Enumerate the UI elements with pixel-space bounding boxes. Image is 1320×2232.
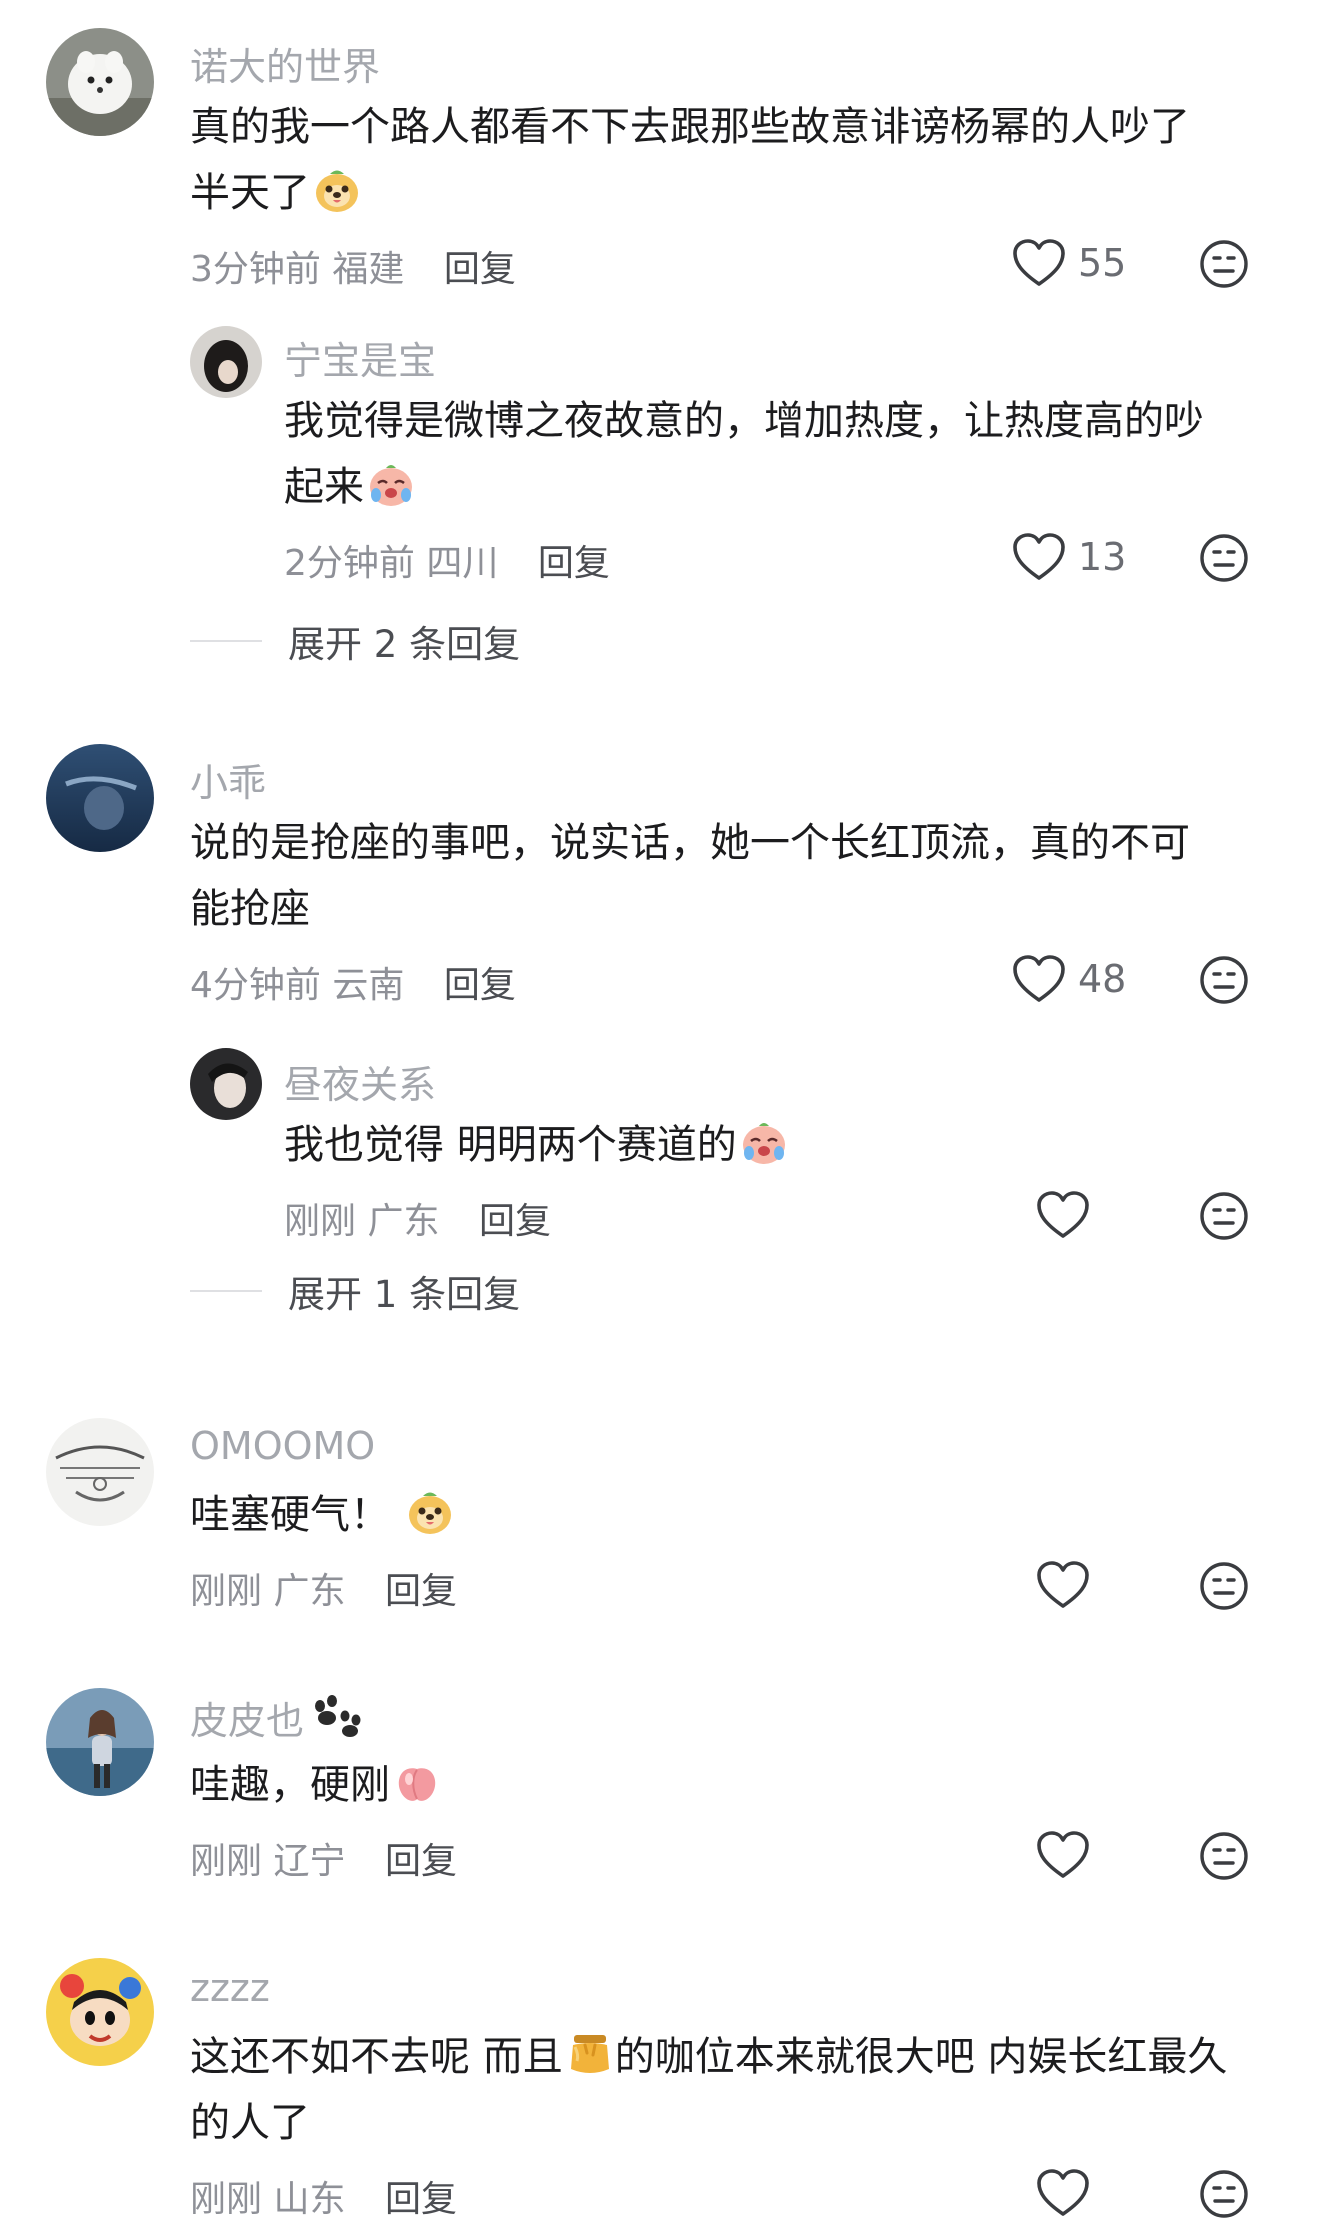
location: 广东 (367, 1201, 440, 1242)
comment-text: 说的是抢座的事吧，说实话，她一个长红顶流，真的不可 能抢座 (190, 810, 1190, 942)
divider (190, 640, 262, 642)
comment-text: 这还不如不去呢 而且 的咖位本来就很大吧 内娱长红最久 的人了 (190, 2024, 1227, 2156)
like-count: 48 (1078, 957, 1127, 1001)
paw-icon (310, 1694, 364, 1740)
comment-meta: 刚刚 山东 回复 (190, 2170, 457, 2222)
heart-icon (1036, 1830, 1090, 1880)
dislike-icon[interactable] (1198, 1190, 1250, 1242)
avatar[interactable] (46, 1418, 154, 1526)
dislike-icon[interactable] (1198, 1560, 1250, 1612)
location: 福建 (332, 249, 405, 290)
timestamp: 刚刚 (190, 2179, 263, 2220)
heart-icon (1036, 1190, 1090, 1240)
location: 山东 (273, 2179, 346, 2220)
dislike-icon[interactable] (1198, 238, 1250, 290)
crying-face-icon (739, 1117, 789, 1167)
dislike-icon[interactable] (1198, 1830, 1250, 1882)
doge-face-icon (405, 1487, 455, 1537)
timestamp: 3分钟前 (190, 249, 321, 290)
timestamp: 刚刚 (190, 1841, 263, 1882)
avatar[interactable] (46, 1958, 154, 2066)
heart-icon (1012, 532, 1066, 582)
comment-text: 哇塞硬气！ (190, 1482, 455, 1548)
reply-meta: 刚刚 广东 回复 (284, 1192, 551, 1244)
comment-text-line: 能抢座 (190, 886, 310, 932)
dislike-icon[interactable] (1198, 532, 1250, 584)
avatar[interactable] (190, 1048, 262, 1120)
reply-meta: 2分钟前 四川 回复 (284, 534, 610, 586)
reply-text: 我觉得是微博之夜故意的，增加热度，让热度高的吵 起来 (284, 388, 1204, 520)
comment-text-line: 这还不如不去呢 而且 的咖位本来就很大吧 内娱长红最久 (190, 2024, 1227, 2090)
username[interactable]: OMOOMO (190, 1424, 375, 1468)
avatar[interactable] (46, 744, 154, 852)
timestamp: 刚刚 (190, 1571, 263, 1612)
username[interactable]: 小乖 (190, 752, 266, 807)
timestamp: 2分钟前 (284, 543, 415, 584)
comment-meta: 3分钟前 福建 回复 (190, 240, 516, 292)
like-count: 55 (1078, 241, 1127, 285)
expand-replies-label: 展开 1 条回复 (288, 1273, 521, 1316)
heart-icon (1036, 1560, 1090, 1610)
heart-icon (1012, 954, 1066, 1004)
comment-text-line: 的人了 (190, 2100, 310, 2146)
expand-replies-button[interactable]: 展开 2 条回复 (190, 614, 520, 668)
reply-text-line: 我也觉得 明明两个赛道的 (284, 1112, 789, 1178)
crying-face-icon (366, 459, 416, 509)
expand-replies-button[interactable]: 展开 1 条回复 (190, 1264, 520, 1318)
reply-button[interactable]: 回复 (385, 1841, 457, 1882)
location: 辽宁 (273, 1841, 346, 1882)
reply-button[interactable]: 回复 (538, 543, 610, 584)
timestamp: 刚刚 (284, 1201, 357, 1242)
comment-text-line: 半天了 (190, 160, 1190, 226)
location: 四川 (426, 543, 499, 584)
comment-text: 真的我一个路人都看不下去跟那些故意诽谤杨幂的人吵了 半天了 (190, 94, 1190, 226)
dislike-icon[interactable] (1198, 2168, 1250, 2220)
username[interactable]: 宁宝是宝 (284, 330, 436, 385)
comment-text-line: 哇趣，硬刚 (190, 1752, 442, 1818)
reply-button[interactable]: 回复 (385, 1571, 457, 1612)
heart-icon (1036, 2168, 1090, 2218)
expand-replies-label: 展开 2 条回复 (288, 623, 521, 666)
location: 广东 (273, 1571, 346, 1612)
like-button[interactable] (1036, 1190, 1090, 1240)
reply-text: 我也觉得 明明两个赛道的 (284, 1112, 789, 1178)
comment-text-line: 说的是抢座的事吧，说实话，她一个长红顶流，真的不可 (190, 820, 1190, 866)
timestamp: 4分钟前 (190, 965, 321, 1006)
comment-meta: 刚刚 辽宁 回复 (190, 1832, 457, 1884)
reply-text-line: 我觉得是微博之夜故意的，增加热度，让热度高的吵 (284, 398, 1204, 444)
comment-text-line: 哇塞硬气！ (190, 1482, 455, 1548)
like-count: 13 (1078, 535, 1127, 579)
reply-button[interactable]: 回复 (385, 2179, 457, 2220)
username[interactable]: 昼夜关系 (284, 1054, 436, 1109)
doge-face-icon (312, 165, 362, 215)
like-button[interactable]: 48 (1012, 954, 1126, 1004)
username[interactable]: 诺大的世界 (190, 36, 380, 91)
reply-button[interactable]: 回复 (444, 965, 516, 1006)
username[interactable]: 皮皮也 (190, 1690, 364, 1745)
heart-icon (1012, 238, 1066, 288)
like-button[interactable] (1036, 1560, 1090, 1610)
comment-text: 哇趣，硬刚 (190, 1752, 442, 1818)
like-button[interactable] (1036, 2168, 1090, 2218)
honey-jar-icon (565, 2029, 615, 2079)
avatar[interactable] (190, 326, 262, 398)
reply-text-line: 起来 (284, 454, 1204, 520)
peach-icon (392, 1757, 442, 1807)
like-button[interactable]: 55 (1012, 238, 1126, 288)
comment-text-line: 真的我一个路人都看不下去跟那些故意诽谤杨幂的人吵了 (190, 104, 1190, 150)
comment-meta: 4分钟前 云南 回复 (190, 956, 516, 1008)
comment-meta: 刚刚 广东 回复 (190, 1562, 457, 1614)
dislike-icon[interactable] (1198, 954, 1250, 1006)
avatar[interactable] (46, 28, 154, 136)
avatar[interactable] (46, 1688, 154, 1796)
divider (190, 1290, 262, 1292)
username[interactable]: zzzz (190, 1966, 270, 2010)
like-button[interactable] (1036, 1830, 1090, 1880)
reply-button[interactable]: 回复 (444, 249, 516, 290)
reply-button[interactable]: 回复 (479, 1201, 551, 1242)
like-button[interactable]: 13 (1012, 532, 1126, 582)
location: 云南 (332, 965, 405, 1006)
